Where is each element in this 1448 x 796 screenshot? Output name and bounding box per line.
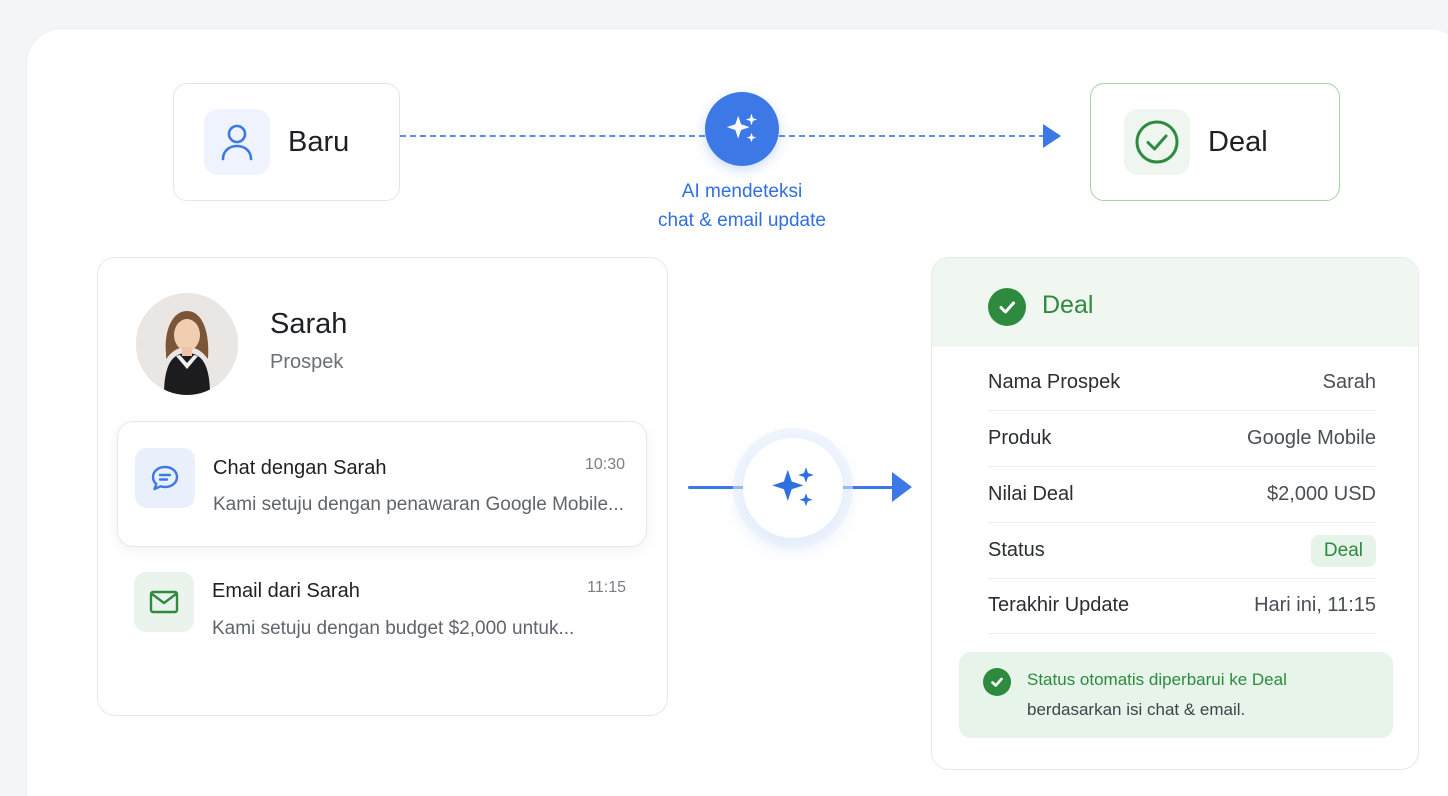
check-circle-icon xyxy=(983,668,1011,696)
row-label: Terakhir Update xyxy=(988,594,1130,616)
message-preview: Kami setuju dengan penawaran Google Mobi… xyxy=(213,494,624,515)
deal-card-title: Deal xyxy=(1042,291,1094,319)
deal-row-terakhir-update: Terakhir Update Hari ini, 11:15 xyxy=(988,578,1376,634)
row-value: $2,000 USD xyxy=(1267,483,1376,505)
auto-update-note: Status otomatis diperbarui ke Deal berda… xyxy=(959,652,1393,738)
deal-row-status: Status Deal xyxy=(988,523,1376,579)
status-badge: Deal xyxy=(1310,535,1376,567)
stage-baru[interactable]: Baru xyxy=(173,83,400,201)
contact-card: Sarah Prospek Chat dengan Sarah 10:30 Ka… xyxy=(97,257,668,716)
row-value: Sarah xyxy=(1322,371,1376,393)
row-label: Nilai Deal xyxy=(988,483,1074,505)
ai-caption-line2: chat & email update xyxy=(658,210,826,231)
message-title: Email dari Sarah xyxy=(212,580,360,602)
sparkle-icon xyxy=(743,438,843,538)
note-line2: berdasarkan isi chat & email. xyxy=(1027,700,1246,719)
row-label: Nama Prospek xyxy=(988,371,1121,393)
message-item-chat[interactable]: Chat dengan Sarah 10:30 Kami setuju deng… xyxy=(117,421,647,547)
stage-baru-label: Baru xyxy=(288,125,350,158)
ai-caption-line1: AI mendeteksi xyxy=(681,181,803,202)
ai-caption: AI mendeteksi chat & email update xyxy=(620,177,864,235)
connector-arrow-icon xyxy=(892,472,912,502)
message-title: Chat dengan Sarah xyxy=(213,457,387,479)
user-icon xyxy=(204,109,270,175)
row-label: Status xyxy=(988,539,1045,561)
contact-name: Sarah xyxy=(270,308,348,340)
deal-row-nilai-deal: Nilai Deal $2,000 USD xyxy=(988,467,1376,523)
message-time: 11:15 xyxy=(587,579,626,596)
avatar[interactable] xyxy=(136,293,238,395)
stage-deal-label: Deal xyxy=(1208,125,1268,158)
deal-row-produk: Produk Google Mobile xyxy=(988,411,1376,467)
stage-deal[interactable]: Deal xyxy=(1090,83,1340,201)
message-item-email[interactable]: Email dari Sarah 11:15 Kami setuju denga… xyxy=(117,548,647,674)
pipeline-arrow-icon xyxy=(1043,124,1061,148)
check-circle-icon xyxy=(988,288,1026,326)
check-circle-icon xyxy=(1124,109,1190,175)
row-value: Hari ini, 11:15 xyxy=(1254,594,1376,616)
ai-sparkle-icon xyxy=(705,92,779,166)
mail-icon xyxy=(134,572,194,632)
note-line1: Status otomatis diperbarui ke Deal xyxy=(1027,670,1287,689)
message-time: 10:30 xyxy=(584,456,625,473)
pipeline-line-right xyxy=(779,135,1045,137)
deal-row-nama-prospek: Nama Prospek Sarah xyxy=(988,355,1376,411)
contact-role: Prospek xyxy=(270,351,344,373)
row-value: Google Mobile xyxy=(1247,427,1376,449)
pipeline-line-left xyxy=(400,135,705,137)
message-preview: Kami setuju dengan budget $2,000 untuk..… xyxy=(212,618,575,639)
chat-bubble-icon xyxy=(135,448,195,508)
deal-card: Deal Nama Prospek Sarah Produk Google Mo… xyxy=(931,257,1419,770)
connector-line-left xyxy=(688,486,744,489)
row-label: Produk xyxy=(988,427,1052,449)
deal-card-header: Deal xyxy=(932,258,1418,347)
connector-line-right xyxy=(842,486,894,489)
